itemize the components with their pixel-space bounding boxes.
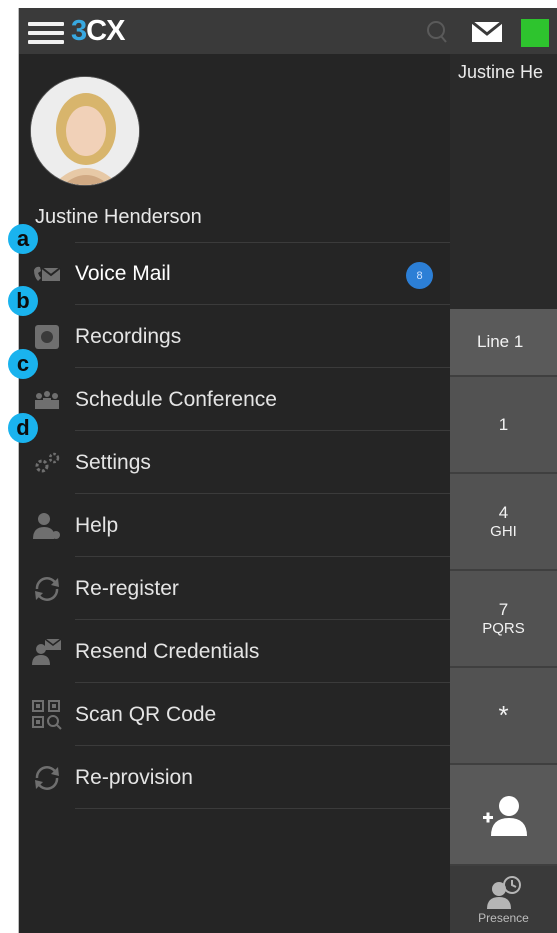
- menu-item-resend-credentials[interactable]: Resend Credentials: [19, 620, 450, 683]
- dial-key-star[interactable]: *: [450, 668, 557, 763]
- menu-item-voice-mail[interactable]: Voice Mail 8: [19, 242, 450, 305]
- add-contact-icon: [482, 795, 527, 836]
- top-bar: 3CX: [19, 8, 557, 54]
- menu-label-scan-qr-code: Scan QR Code: [75, 702, 217, 726]
- menu-label-resend-credentials: Resend Credentials: [75, 639, 260, 663]
- add-contact-button[interactable]: [450, 765, 557, 864]
- dial-key-digit: 4: [498, 503, 509, 522]
- help-person-icon: [19, 506, 75, 546]
- app-window: 3CX Justine Henderson Voice Mail 8 Recor…: [19, 8, 557, 933]
- dial-key-letters: GHI: [490, 523, 517, 540]
- dial-key-digit: 7: [498, 600, 509, 619]
- annotation-marker-c: c: [8, 349, 38, 379]
- dial-key-4[interactable]: 4 GHI: [450, 474, 557, 569]
- user-name: Justine Henderson: [35, 206, 202, 228]
- menu-label-voice-mail: Voice Mail: [75, 261, 171, 285]
- line-selector[interactable]: Line 1: [450, 309, 557, 375]
- dial-key-1[interactable]: 1: [450, 377, 557, 472]
- avatar[interactable]: [30, 76, 140, 186]
- qr-code-icon: [19, 695, 75, 735]
- settings-gears-icon: [19, 443, 75, 483]
- app-logo: 3CX: [71, 15, 125, 48]
- drawer-menu: Voice Mail 8 Recordings Schedule Confere…: [19, 242, 450, 809]
- menu-item-help[interactable]: Help: [19, 494, 450, 557]
- divider: [75, 808, 450, 809]
- dial-key-7[interactable]: 7 PQRS: [450, 571, 557, 666]
- dialer-header: [450, 54, 557, 309]
- dial-key-digit: *: [498, 700, 509, 730]
- dialer-panel: Justine He Line 1 1 4 GHI 7 PQRS * Prese…: [450, 54, 557, 933]
- annotation-marker-b: b: [8, 286, 38, 316]
- annotation-marker-a: a: [8, 224, 38, 254]
- envelope-icon[interactable]: [471, 20, 503, 44]
- menu-label-help: Help: [75, 513, 119, 537]
- presence-icon: [486, 875, 521, 909]
- menu-label-settings: Settings: [75, 450, 151, 474]
- side-drawer: Justine Henderson Voice Mail 8 Recording…: [19, 54, 450, 933]
- menu-item-scan-qr-code[interactable]: Scan QR Code: [19, 683, 450, 746]
- refresh-icon: [19, 569, 75, 609]
- dial-key-letters: PQRS: [482, 620, 525, 637]
- menu-item-re-provision[interactable]: Re-provision: [19, 746, 450, 809]
- logo-suffix: CX: [86, 15, 125, 47]
- menu-label-re-provision: Re-provision: [75, 765, 193, 789]
- resend-credentials-icon: [19, 632, 75, 672]
- presence-status-square[interactable]: [521, 19, 549, 47]
- logo-prefix: 3: [71, 15, 87, 47]
- menu-label-re-register: Re-register: [75, 576, 179, 600]
- dial-key-digit: 1: [498, 414, 509, 434]
- menu-item-recordings[interactable]: Recordings: [19, 305, 450, 368]
- menu-item-settings[interactable]: Settings: [19, 431, 450, 494]
- presence-tab-label: Presence: [478, 910, 529, 925]
- search-icon[interactable]: [425, 17, 451, 47]
- annotation-marker-d: d: [8, 413, 38, 443]
- refresh-icon: [19, 758, 75, 798]
- hamburger-menu-icon[interactable]: [28, 22, 64, 44]
- menu-item-re-register[interactable]: Re-register: [19, 557, 450, 620]
- menu-label-recordings: Recordings: [75, 324, 182, 348]
- presence-tab[interactable]: Presence: [450, 866, 557, 933]
- line-label: Line 1: [477, 332, 524, 351]
- menu-item-schedule-conference[interactable]: Schedule Conference: [19, 368, 450, 431]
- voicemail-count-badge: 8: [406, 262, 433, 289]
- menu-label-schedule-conference: Schedule Conference: [75, 387, 277, 411]
- dialer-user-name: Justine He: [458, 62, 544, 82]
